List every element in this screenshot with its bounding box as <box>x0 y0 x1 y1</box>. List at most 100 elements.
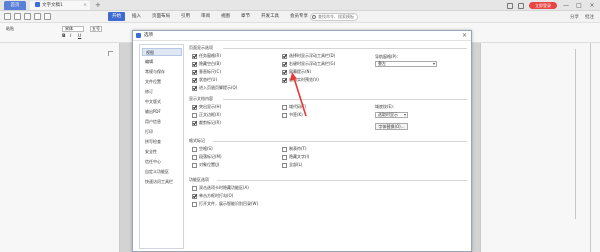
checkbox-box[interactable] <box>192 85 197 91</box>
tab-home[interactable]: 首页 <box>4 1 26 10</box>
bold-button[interactable]: B <box>62 34 65 39</box>
font-size-select[interactable]: 五号 <box>90 26 102 32</box>
checkbox-vertical-ruler[interactable]: 垂直标尺(C) <box>192 69 221 75</box>
checkbox-box[interactable] <box>282 154 287 160</box>
checkbox-bookmarks[interactable]: 书签(K) <box>282 112 303 118</box>
nav-item-file-location[interactable]: 文件位置 <box>142 78 182 86</box>
comment-button[interactable]: 批注 <box>585 14 594 20</box>
maximize-button[interactable]: □ <box>575 1 583 10</box>
nav-item-trust-center[interactable]: 信任中心 <box>142 158 182 166</box>
nav-item-spell-check[interactable]: 拼写检查 <box>142 138 182 146</box>
checkbox-box[interactable] <box>192 154 197 160</box>
ribbon-tab-insert[interactable]: 插入 <box>128 12 145 21</box>
nav-item-revision[interactable]: 修订 <box>142 88 182 96</box>
checkbox-crop-marks[interactable]: 裁剪标记(R) <box>192 120 221 126</box>
checkbox-label: 状态栏(U) <box>199 77 218 82</box>
ribbon-tab-reference[interactable]: 引用 <box>177 12 194 21</box>
checkbox-box[interactable] <box>282 146 287 152</box>
menu-bar: 开始 插入 页面布局 引用 审阅 视图 章节 开发工具 会员专享 查找命令、搜索… <box>0 11 600 23</box>
tab-document[interactable]: 文字文稿1 × <box>30 1 90 10</box>
undo-icon[interactable] <box>34 13 41 20</box>
checkbox-box[interactable] <box>282 112 287 118</box>
checkbox-box[interactable] <box>192 104 197 110</box>
checkbox-status-bar[interactable]: 状态栏(U) <box>192 77 217 83</box>
redo-icon[interactable] <box>44 13 51 20</box>
nav-pane-select[interactable]: 靠左 ▾ <box>375 61 437 67</box>
close-window-button[interactable]: × <box>588 1 596 10</box>
tab-close-button[interactable]: × <box>83 1 87 10</box>
ribbon-tab-review[interactable]: 审阅 <box>197 12 214 21</box>
checkbox-header-footer-tip[interactable]: 进入页眉页脚提示(Q) <box>192 85 237 91</box>
checkbox-text-border[interactable]: 正文边框(X) <box>192 112 221 118</box>
checkbox-object-anchors[interactable]: 对象位置(J) <box>192 162 219 168</box>
checkbox-tabs[interactable]: 制表符(T) <box>282 146 307 152</box>
checkbox-box[interactable] <box>192 162 197 168</box>
window-layout-icon[interactable] <box>507 2 513 9</box>
font-select[interactable]: 宋体 <box>62 26 84 32</box>
checkbox-box[interactable] <box>192 53 197 59</box>
checkbox-box[interactable] <box>192 193 197 199</box>
ribbon-tab-member[interactable]: 会员专享 <box>286 12 312 21</box>
checkbox-all-marks[interactable]: 全部(L) <box>282 162 302 168</box>
checkbox-box[interactable] <box>192 77 197 83</box>
checkbox-float-toolbar-rightclick[interactable]: 右键时显示浮动工具栏(G) <box>282 61 335 67</box>
checkbox-highlight[interactable]: 突出显示(H) <box>192 104 221 110</box>
checkbox-box[interactable] <box>282 104 287 110</box>
share-button[interactable]: 分享 <box>570 14 579 20</box>
italic-button[interactable]: I <box>70 34 71 39</box>
checkbox-float-toolbar-select[interactable]: 选择时显示浮动工具栏(D) <box>282 53 335 59</box>
checkbox-box[interactable] <box>282 53 287 59</box>
print-icon[interactable] <box>24 13 31 20</box>
checkbox-task-pane[interactable]: 任务窗格(R) <box>192 53 221 59</box>
skin-icon[interactable] <box>518 2 524 9</box>
ribbon-tab-chapter[interactable]: 章节 <box>237 12 254 21</box>
checkbox-smart-toc[interactable]: 打开文件，展示智能识别目录(W) <box>192 201 258 207</box>
checkbox-paragraph-marks[interactable]: 段落标记(M) <box>192 154 222 160</box>
checkbox-box[interactable] <box>282 61 287 67</box>
underline-button[interactable]: U <box>78 34 81 39</box>
new-tab-button[interactable]: + <box>95 1 101 10</box>
paste-button[interactable]: 粘贴 <box>6 26 14 32</box>
field-shading-select[interactable]: 选取时显示 ▾ <box>375 112 408 118</box>
nav-item-customize-ribbon[interactable]: 自定义功能区 <box>142 168 182 176</box>
checkbox-hidden-text[interactable]: 隐藏文字(I) <box>282 154 309 160</box>
checkbox-field-codes[interactable]: 域代码(F) <box>282 104 306 110</box>
checkbox-screen-tips[interactable]: 屏幕提示(N) <box>282 69 311 75</box>
nav-item-chinese-layout[interactable]: 中文版式 <box>142 98 182 106</box>
nav-item-edit[interactable]: 编辑 <box>142 58 182 66</box>
checkbox-box[interactable] <box>192 69 197 75</box>
checkbox-click-box-tick[interactable]: 单击方框时打勾(O) <box>192 193 233 199</box>
ribbon-tab-view[interactable]: 视图 <box>217 12 234 21</box>
nav-item-view[interactable]: 视图 <box>142 48 182 56</box>
nav-item-user-info[interactable]: 用户信息 <box>142 118 182 126</box>
checkbox-box[interactable] <box>192 185 197 191</box>
nav-item-quick-access-toolbar[interactable]: 快速访问工具栏 <box>142 178 182 186</box>
dialog-close-button[interactable]: × <box>462 31 467 41</box>
ribbon-tab-start[interactable]: 开始 <box>108 12 125 21</box>
nav-item-export-pdf[interactable]: 输出PDF <box>142 108 182 116</box>
login-button[interactable]: 立即登录 <box>529 2 557 9</box>
ribbon-tab-developer[interactable]: 开发工具 <box>257 12 283 21</box>
checkbox-hide-ribbon-dblclick[interactable]: 双击选项卡时隐藏功能区(A) <box>192 185 249 191</box>
nav-item-print[interactable]: 打印 <box>142 128 182 136</box>
checkbox-box[interactable] <box>192 201 197 207</box>
save-icon[interactable] <box>14 13 21 20</box>
nav-item-security[interactable]: 安全性 <box>142 148 182 156</box>
checkbox-box[interactable] <box>192 146 197 152</box>
checkbox-box[interactable] <box>282 77 287 83</box>
menu-icon[interactable] <box>4 13 11 20</box>
ribbon-tab-layout[interactable]: 页面布局 <box>148 12 174 21</box>
checkbox-live-preview[interactable]: 启用实时预览(V) <box>282 77 319 83</box>
checkbox-hide-blank[interactable]: 隐藏空白(B) <box>192 61 221 67</box>
checkbox-box[interactable] <box>282 162 287 168</box>
checkbox-box[interactable] <box>192 120 197 126</box>
checkbox-box[interactable] <box>192 61 197 67</box>
font-replace-button[interactable]: 字体替换(O)... <box>375 123 408 130</box>
checkbox-box[interactable] <box>282 69 287 75</box>
minimize-button[interactable]: — <box>562 1 570 10</box>
options-panel: 页面显示选项 任务窗格(R) 隐藏空白(B) 垂直标尺(C) 状态栏(U) 进入… <box>189 44 469 249</box>
nav-item-general-save[interactable]: 常规与保存 <box>142 68 182 76</box>
checkbox-box[interactable] <box>192 112 197 118</box>
command-search-input[interactable]: 查找命令、搜索模板 <box>310 13 358 21</box>
checkbox-spaces[interactable]: 空格(S) <box>192 146 213 152</box>
